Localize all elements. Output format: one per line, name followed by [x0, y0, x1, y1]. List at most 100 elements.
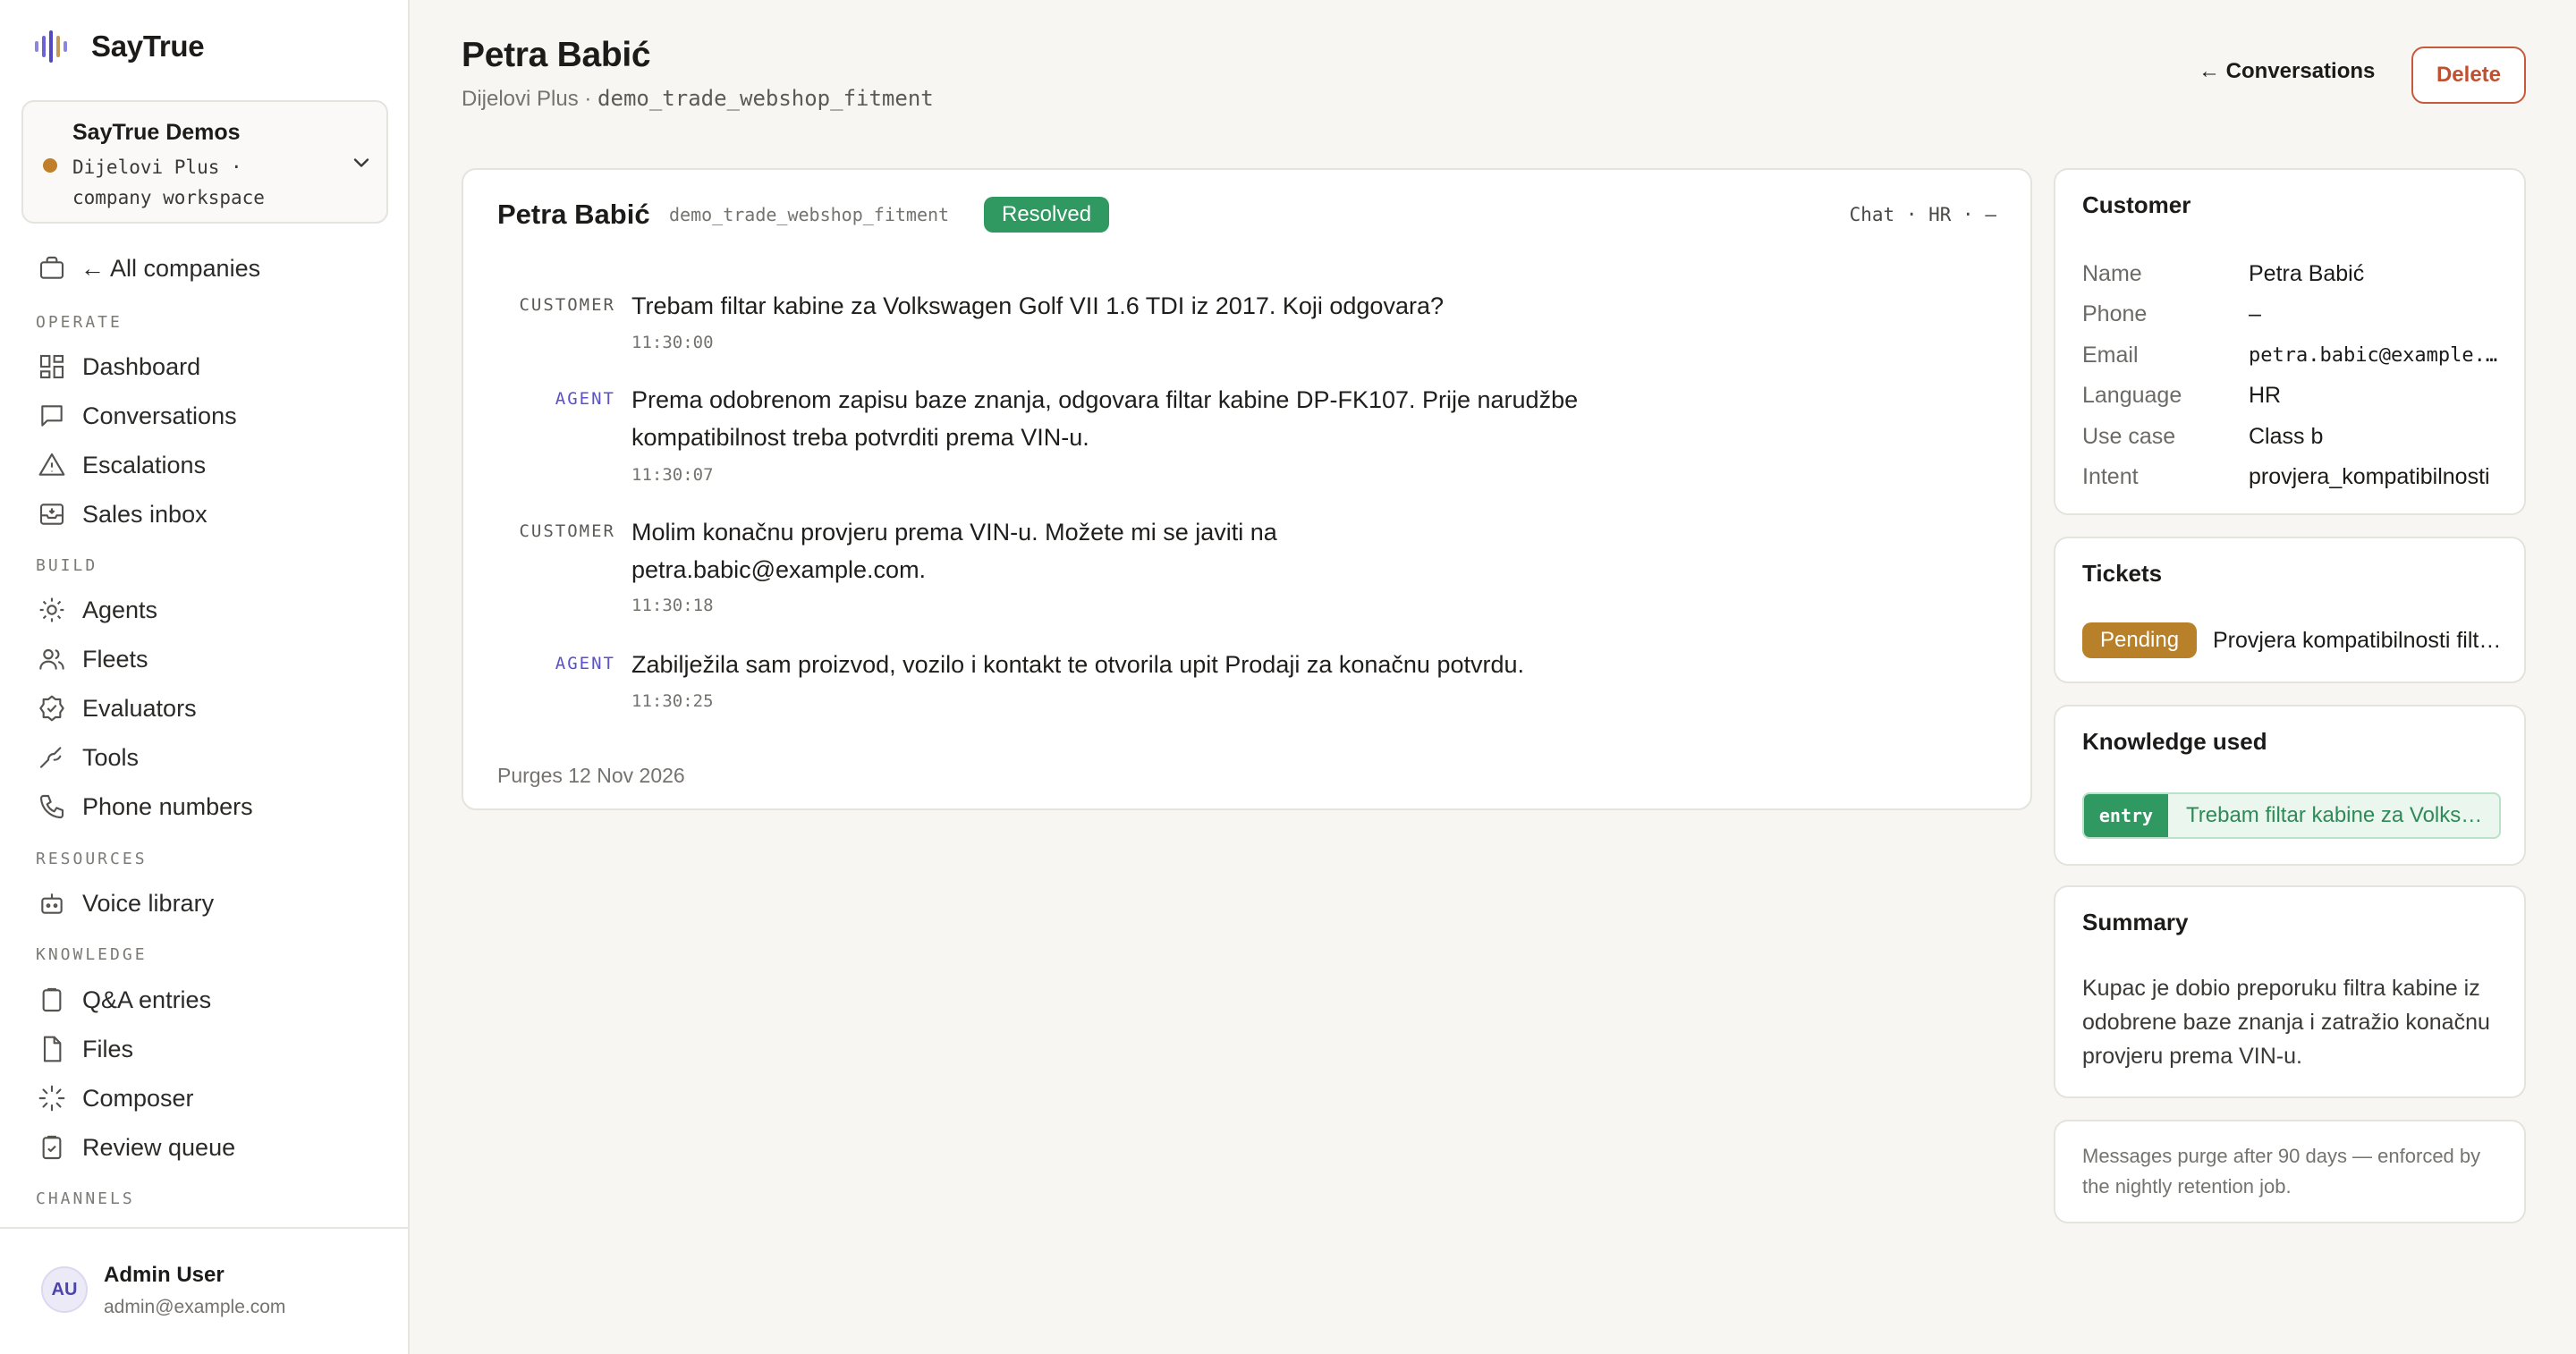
- sidebar-item-tools[interactable]: Tools: [36, 740, 139, 775]
- back-to-conversations-button[interactable]: ← Conversations: [2199, 59, 2375, 84]
- message-text: Trebam filtar kabine za Volkswagen Golf …: [631, 292, 1444, 319]
- sidebar-item-evaluators[interactable]: Evaluators: [36, 690, 197, 726]
- sidebar-item-label: Composer: [82, 1084, 194, 1112]
- message-role: AGENT: [555, 654, 615, 673]
- field-value: Class b: [2249, 424, 2324, 449]
- message-role: AGENT: [555, 389, 615, 409]
- panel-title: Tickets: [2082, 560, 2163, 587]
- badge-check-icon: [36, 692, 68, 724]
- sidebar-item-label: Fleets: [82, 645, 148, 673]
- message-time: 11:30:07: [631, 465, 714, 485]
- field-label: Phone: [2082, 301, 2148, 326]
- workspace-subtitle: Dijelovi Plus · company workspace: [72, 157, 265, 208]
- tickets-panel: Tickets Pending Provjera kompatibilnosti…: [2054, 537, 2526, 683]
- delete-button[interactable]: Delete: [2411, 47, 2526, 104]
- message-time: 11:30:25: [631, 691, 714, 711]
- company-name: Dijelovi Plus ·: [462, 87, 592, 111]
- section-knowledge: KNOWLEDGE: [36, 945, 148, 964]
- brand-name: SayTrue: [91, 30, 205, 63]
- message-time: 11:30:00: [631, 333, 714, 352]
- sidebar-item-label: Review queue: [82, 1133, 236, 1161]
- all-companies-link[interactable]: ← All companies: [36, 252, 260, 284]
- section-resources: RESOURCES: [36, 850, 148, 868]
- sidebar-item-sales-inbox[interactable]: Sales inbox: [36, 496, 208, 532]
- status-badge: Resolved: [984, 197, 1110, 233]
- field-value: Petra Babić: [2249, 261, 2365, 286]
- clipboard-icon: [36, 984, 68, 1016]
- dashboard-icon: [36, 351, 68, 383]
- phone-icon: [36, 791, 68, 823]
- page-title: Petra Babić: [462, 36, 651, 74]
- conversation-code: demo_trade_webshop_fitment: [669, 204, 950, 225]
- field-value: provjera_kompatibilnosti: [2249, 464, 2490, 489]
- section-channels: CHANNELS: [36, 1189, 135, 1208]
- sidebar-item-label: Voice library: [82, 889, 215, 917]
- sidebar-item-composer[interactable]: Composer: [36, 1080, 194, 1116]
- message-text: Molim konačnu provjeru prema VIN-u. Može…: [631, 519, 1277, 583]
- sidebar-item-conversations[interactable]: Conversations: [36, 398, 237, 434]
- page-subtitle: Dijelovi Plus · demo_trade_webshop_fitme…: [462, 86, 934, 112]
- robot-icon: [36, 887, 68, 919]
- panel-title: Summary: [2082, 909, 2189, 935]
- users-icon: [36, 643, 68, 675]
- sidebar-item-files[interactable]: Files: [36, 1031, 133, 1067]
- sidebar-item-label: Phone numbers: [82, 792, 253, 820]
- workspace-switcher[interactable]: SayTrue Demos Dijelovi Plus · company wo…: [21, 100, 388, 224]
- sidebar-item-label: Dashboard: [82, 352, 201, 380]
- brand[interactable]: SayTrue: [34, 29, 205, 64]
- user-email: admin@example.com: [104, 1297, 286, 1317]
- field-value: petra.babic@example.com: [2249, 344, 2508, 367]
- chevron-down-icon: [349, 150, 374, 175]
- customer-panel: Customer Name Petra Babić Phone – Email …: [2054, 168, 2526, 515]
- field-label: Email: [2082, 343, 2139, 368]
- ticket-link[interactable]: Provjera kompatibilnosti filtra kabine: [2213, 628, 2508, 654]
- knowledge-panel: Knowledge used entry Trebam filtar kabin…: [2054, 705, 2526, 866]
- sidebar-item-label: Sales inbox: [82, 500, 208, 528]
- all-companies-label: ← All companies: [80, 254, 261, 282]
- sidebar-item-agents[interactable]: Agents: [36, 592, 157, 628]
- clipboard-check-icon: [36, 1131, 68, 1164]
- purge-date: Purges 12 Nov 2026: [497, 764, 685, 787]
- field-label: Intent: [2082, 464, 2139, 489]
- saytrue-logo-icon: [34, 29, 68, 64]
- sidebar-item-voice-library[interactable]: Voice library: [36, 885, 214, 921]
- field-label: Name: [2082, 261, 2142, 286]
- knowledge-entry-tag: entry: [2084, 794, 2168, 837]
- briefcase-icon: [36, 252, 68, 284]
- avatar[interactable]: AU: [41, 1266, 88, 1313]
- field-value: –: [2249, 301, 2261, 326]
- sidebar-item-label: Agents: [82, 596, 158, 623]
- knowledge-entry-chip[interactable]: entry Trebam filtar kabine za Volkswagen…: [2082, 792, 2501, 839]
- gear-icon: [36, 594, 68, 626]
- sidebar-item-label: Files: [82, 1035, 134, 1062]
- panel-title: Customer: [2082, 191, 2191, 218]
- knowledge-entry-text: Trebam filtar kabine za Volkswagen Golf …: [2186, 803, 2490, 827]
- summary-text: Kupac je dobio preporuku filtra kabine i…: [2082, 976, 2490, 1069]
- sidebar: SayTrue SayTrue Demos Dijelovi Plus · co…: [0, 0, 410, 1354]
- conversation-card: Petra Babić demo_trade_webshop_fitment R…: [462, 168, 2032, 810]
- conversation-meta: Chat · HR · –: [1849, 204, 1996, 225]
- sidebar-item-escalations[interactable]: Escalations: [36, 447, 206, 483]
- field-value: HR: [2249, 383, 2282, 408]
- sidebar-item-label: Tools: [82, 743, 140, 771]
- warning-triangle-icon: [36, 449, 68, 481]
- section-operate: OPERATE: [36, 313, 123, 332]
- sidebar-item-label: Q&A entries: [82, 986, 212, 1013]
- sidebar-item-label: Escalations: [82, 451, 207, 478]
- sidebar-item-fleets[interactable]: Fleets: [36, 641, 148, 677]
- user-divider: [0, 1227, 408, 1229]
- retention-note-panel: Messages purge after 90 days — enforced …: [2054, 1120, 2526, 1223]
- sidebar-item-qa-entries[interactable]: Q&A entries: [36, 982, 211, 1018]
- use-case-code: demo_trade_webshop_fitment: [597, 86, 934, 111]
- field-label: Use case: [2082, 424, 2176, 449]
- ticket-status-badge: Pending: [2082, 622, 2198, 658]
- conversation-customer-name: Petra Babić: [497, 199, 650, 230]
- section-build: BUILD: [36, 556, 98, 575]
- chat-bubble-icon: [36, 400, 68, 432]
- summary-panel: Summary Kupac je dobio preporuku filtra …: [2054, 885, 2526, 1098]
- inbox-icon: [36, 498, 68, 530]
- message-time: 11:30:18: [631, 596, 714, 615]
- sidebar-item-review-queue[interactable]: Review queue: [36, 1130, 235, 1165]
- sidebar-item-phone-numbers[interactable]: Phone numbers: [36, 789, 253, 825]
- sidebar-item-dashboard[interactable]: Dashboard: [36, 349, 200, 385]
